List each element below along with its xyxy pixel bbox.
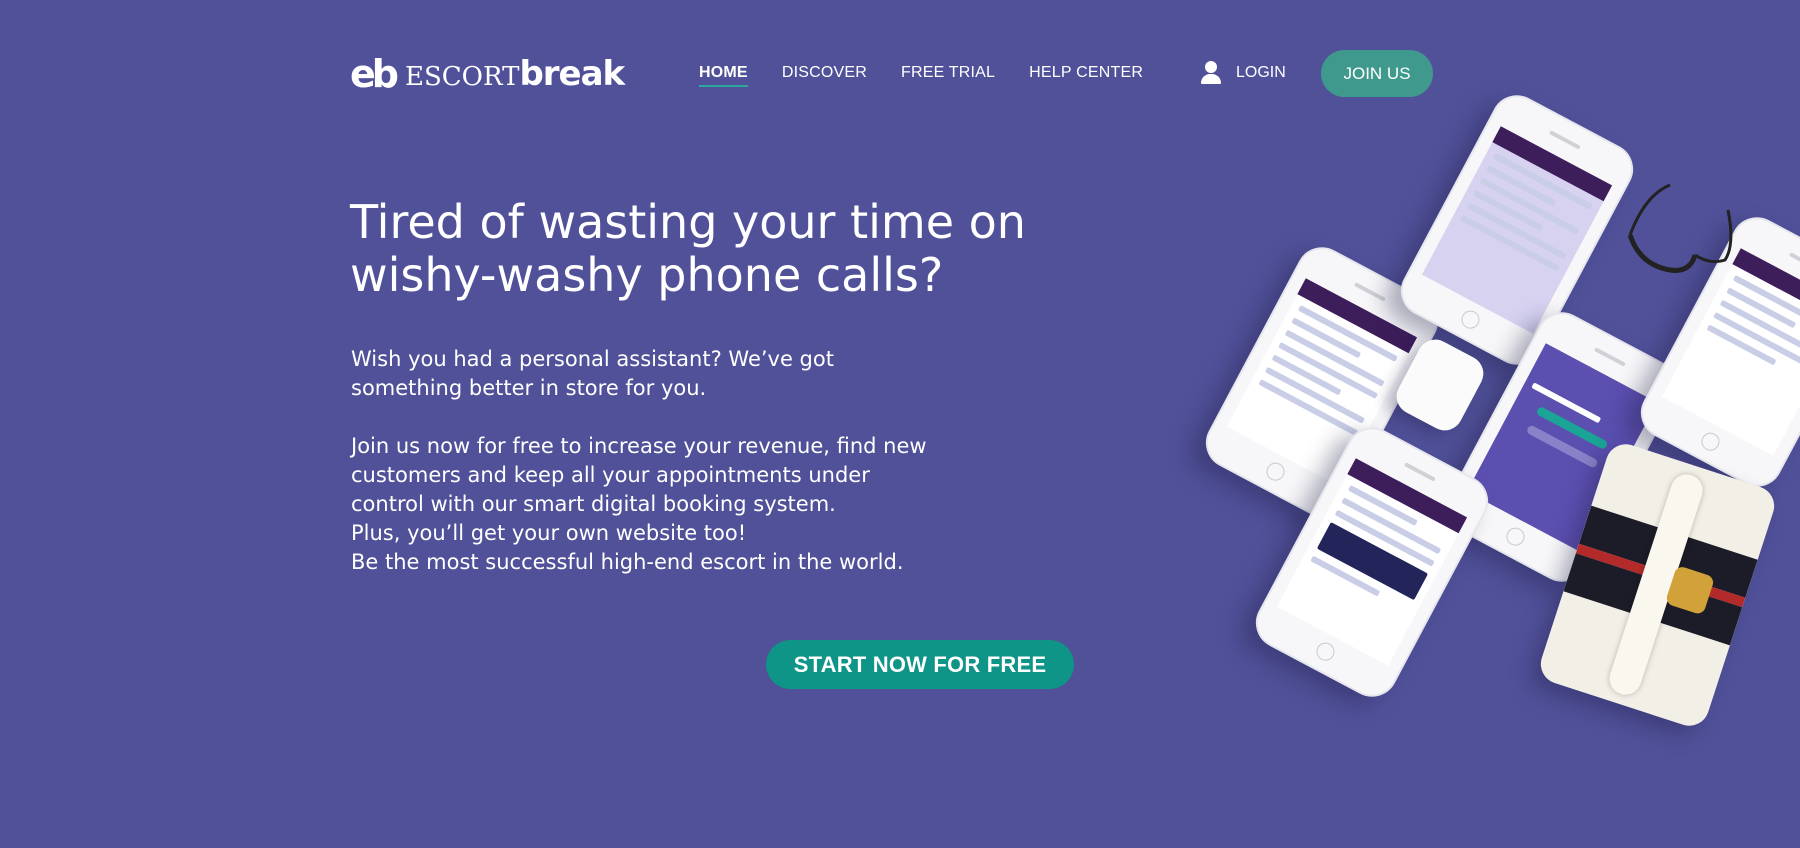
glasses-image xyxy=(1627,183,1733,273)
start-now-button[interactable]: START NOW FOR FREE xyxy=(766,640,1074,689)
hero-intro: Wish you had a personal assistant? We’ve… xyxy=(351,345,911,403)
body-line: customers and keep all your appointments… xyxy=(351,463,870,487)
intro-line-2: something better in store for you. xyxy=(351,376,707,400)
logo-break-text: break xyxy=(519,54,625,94)
hero-headline: Tired of wasting your time on wishy-wash… xyxy=(350,196,1050,302)
nav-item-discover[interactable]: DISCOVER xyxy=(782,64,867,82)
nav-item-help-center[interactable]: HELP CENTER xyxy=(1029,64,1143,82)
body-line: control with our smart digital booking s… xyxy=(351,492,836,516)
body-line: Be the most successful high-end escort i… xyxy=(351,550,904,574)
hero-body: Join us now for free to increase your re… xyxy=(351,432,971,577)
headline-line-2: wishy-washy phone calls? xyxy=(350,248,944,302)
headline-line-1: Tired of wasting your time on xyxy=(350,195,1026,249)
brand-logo[interactable]: eb ESCORT break xyxy=(350,52,625,96)
user-icon xyxy=(1200,61,1222,85)
logo-escort-text: ESCORT xyxy=(404,62,520,92)
join-us-button[interactable]: JOIN US xyxy=(1321,50,1433,97)
nav-item-home[interactable]: HOME xyxy=(699,64,748,87)
nav-item-free-trial[interactable]: FREE TRIAL xyxy=(901,64,995,82)
logo-mark: eb xyxy=(350,52,399,96)
login-link[interactable]: LOGIN xyxy=(1200,61,1286,85)
intro-line-1: Wish you had a personal assistant? We’ve… xyxy=(351,347,834,371)
body-line: Join us now for free to increase your re… xyxy=(351,434,927,458)
main-nav: HOME DISCOVER FREE TRIAL HELP CENTER xyxy=(699,64,1143,87)
login-label: LOGIN xyxy=(1236,64,1286,81)
body-line: Plus, you’ll get your own website too! xyxy=(351,521,747,545)
hero-illustration xyxy=(1196,86,1800,740)
